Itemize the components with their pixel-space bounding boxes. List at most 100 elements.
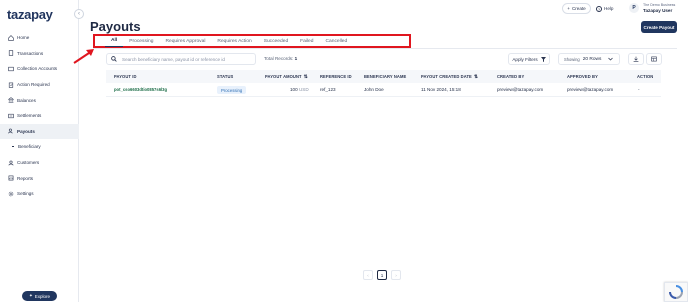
sidebar-item-label: Settlements — [17, 113, 42, 119]
home-icon — [8, 34, 14, 41]
sidebar-item-settings[interactable]: Settings — [0, 186, 79, 202]
report-icon — [8, 175, 14, 181]
payout-amount: 100 USD — [290, 87, 309, 92]
sidebar-item-settlements[interactable]: Settlements — [0, 108, 79, 124]
download-icon — [633, 56, 639, 62]
sidebar-item-customers[interactable]: Customers — [0, 155, 79, 171]
wallet-icon — [8, 66, 14, 72]
dash-icon — [12, 146, 14, 148]
create-label: Create — [571, 6, 586, 11]
clipboard-icon — [8, 82, 14, 88]
table-row[interactable]: pot_cso6603dtio0857s6l3g Processing 100 … — [106, 83, 661, 97]
tabs-divider — [93, 48, 677, 49]
sidebar-item-reports[interactable]: Reports — [0, 170, 79, 186]
payout-id-link[interactable]: pot_cso6603dtio0857s6l3g — [114, 87, 167, 92]
sidebar-item-label: Collection Accounts — [17, 66, 58, 72]
document-icon — [8, 50, 14, 57]
sidebar-item-beneficiary[interactable]: Beneficiary — [0, 139, 79, 155]
sidebar-item-label: Customers — [17, 160, 40, 166]
create-button[interactable]: + Create — [562, 3, 591, 14]
reference-id: ref_123 — [320, 87, 336, 92]
next-page-button[interactable]: › — [391, 270, 401, 280]
sidebar-item-transactions[interactable]: Transactions — [0, 46, 79, 62]
columns-icon — [651, 56, 657, 62]
rows-per-page-select[interactable]: Showing 20 Rows — [558, 53, 620, 65]
row-action[interactable]: - — [638, 87, 640, 92]
tab-processing[interactable]: Processing — [123, 35, 159, 47]
plus-icon: + — [567, 6, 570, 11]
top-bar: + Create ? Help P The Demo Business Taza… — [79, 0, 688, 20]
search-icon — [111, 56, 117, 62]
total-records-count: 1 — [294, 56, 298, 61]
sort-icon: ⇅ — [303, 73, 308, 80]
gear-icon — [8, 191, 14, 197]
chevron-down-icon — [608, 57, 614, 61]
sidebar-item-label: Action Required — [17, 82, 50, 88]
columns-button[interactable] — [646, 53, 662, 65]
help-label: Help — [604, 6, 614, 11]
explore-button[interactable]: ✦ Explore — [22, 291, 57, 301]
sidebar-item-collection-accounts[interactable]: Collection Accounts — [0, 61, 79, 77]
tab-cancelled[interactable]: Cancelled — [320, 35, 354, 47]
filter-icon — [540, 56, 546, 62]
rows-per-page-value: 20 Rows — [582, 56, 602, 62]
payout-icon — [8, 128, 14, 134]
apply-filters-button[interactable]: Apply Filters — [508, 53, 550, 65]
beneficiary-name: John Doe — [364, 87, 384, 92]
prev-page-button[interactable]: ‹ — [363, 270, 373, 280]
tab-requires-approval[interactable]: Requires Approval — [159, 35, 211, 47]
sidebar-nav: Home Transactions Collection Accounts Ac… — [0, 30, 79, 202]
sort-icon: ⇅ — [473, 73, 479, 80]
status-badge: Processing — [217, 86, 247, 94]
column-header-payout-id: PAYOUT ID — [114, 74, 137, 79]
column-header-label: PAYOUT CREATED DATE — [421, 74, 472, 79]
search-box — [106, 53, 256, 65]
search-input[interactable] — [122, 56, 252, 62]
create-payout-button[interactable]: Create Payout — [641, 21, 677, 33]
user-icon — [8, 160, 14, 166]
total-records: Total Records: 1 — [264, 56, 297, 61]
column-header-created-date[interactable]: PAYOUT CREATED DATE ⇅ — [421, 74, 478, 80]
tab-failed[interactable]: Failed — [294, 35, 319, 47]
column-header-label: PAYOUT AMOUNT — [265, 74, 302, 79]
sidebar: tazapay Home Transactions Collection Acc… — [0, 0, 79, 302]
app-root: tazapay Home Transactions Collection Acc… — [0, 0, 688, 302]
download-button[interactable] — [628, 53, 644, 65]
sidebar-item-label: Payouts — [17, 128, 35, 134]
sidebar-item-payouts[interactable]: Payouts — [0, 123, 79, 140]
sidebar-item-label: Transactions — [17, 50, 44, 56]
settlement-icon — [8, 113, 14, 119]
column-header-payout-amount[interactable]: PAYOUT AMOUNT ⇅ — [265, 74, 308, 80]
explore-label: Explore — [34, 293, 51, 299]
column-header-created-by: CREATED BY — [497, 74, 525, 79]
tab-succeeded[interactable]: Succeeded — [258, 35, 294, 47]
sidebar-item-action-required[interactable]: Action Required — [0, 77, 79, 93]
collapse-sidebar-button[interactable]: ‹ — [74, 9, 84, 19]
column-header-status: STATUS — [217, 74, 234, 79]
sidebar-item-label: Home — [17, 35, 30, 41]
bank-icon — [8, 97, 14, 103]
chevron-left-icon: ‹ — [78, 11, 80, 17]
avatar[interactable]: P — [629, 3, 639, 13]
sparkle-icon: ✦ — [28, 293, 33, 298]
business-name: The Demo Business — [643, 3, 676, 7]
showing-label: Showing — [564, 56, 580, 62]
total-records-label: Total Records: — [264, 56, 294, 61]
page-1-button[interactable]: 1 — [377, 270, 387, 280]
tab-requires-action[interactable]: Requires Action — [211, 35, 257, 47]
recaptcha-badge[interactable] — [664, 282, 688, 302]
created-by: preview@tazapay.com — [497, 87, 544, 92]
recaptcha-icon — [669, 285, 683, 299]
help-icon: ? — [596, 5, 602, 12]
tab-all[interactable]: All — [105, 35, 124, 47]
help-button[interactable]: ? Help — [596, 3, 613, 14]
status-tabs: All Processing Requires Approval Require… — [93, 34, 411, 48]
pagination: ‹ 1 › — [363, 270, 401, 280]
sidebar-item-home[interactable]: Home — [0, 30, 79, 46]
sidebar-item-balances[interactable]: Balances — [0, 92, 79, 108]
user-name: Tazapay User — [643, 8, 673, 13]
column-header-beneficiary-name: BENEFICIARY NAME — [364, 74, 407, 79]
approved-by: preview@tazapay.com — [567, 87, 614, 92]
sidebar-item-label: Reports — [17, 175, 34, 181]
column-header-approved-by: APPROVED BY — [567, 74, 598, 79]
